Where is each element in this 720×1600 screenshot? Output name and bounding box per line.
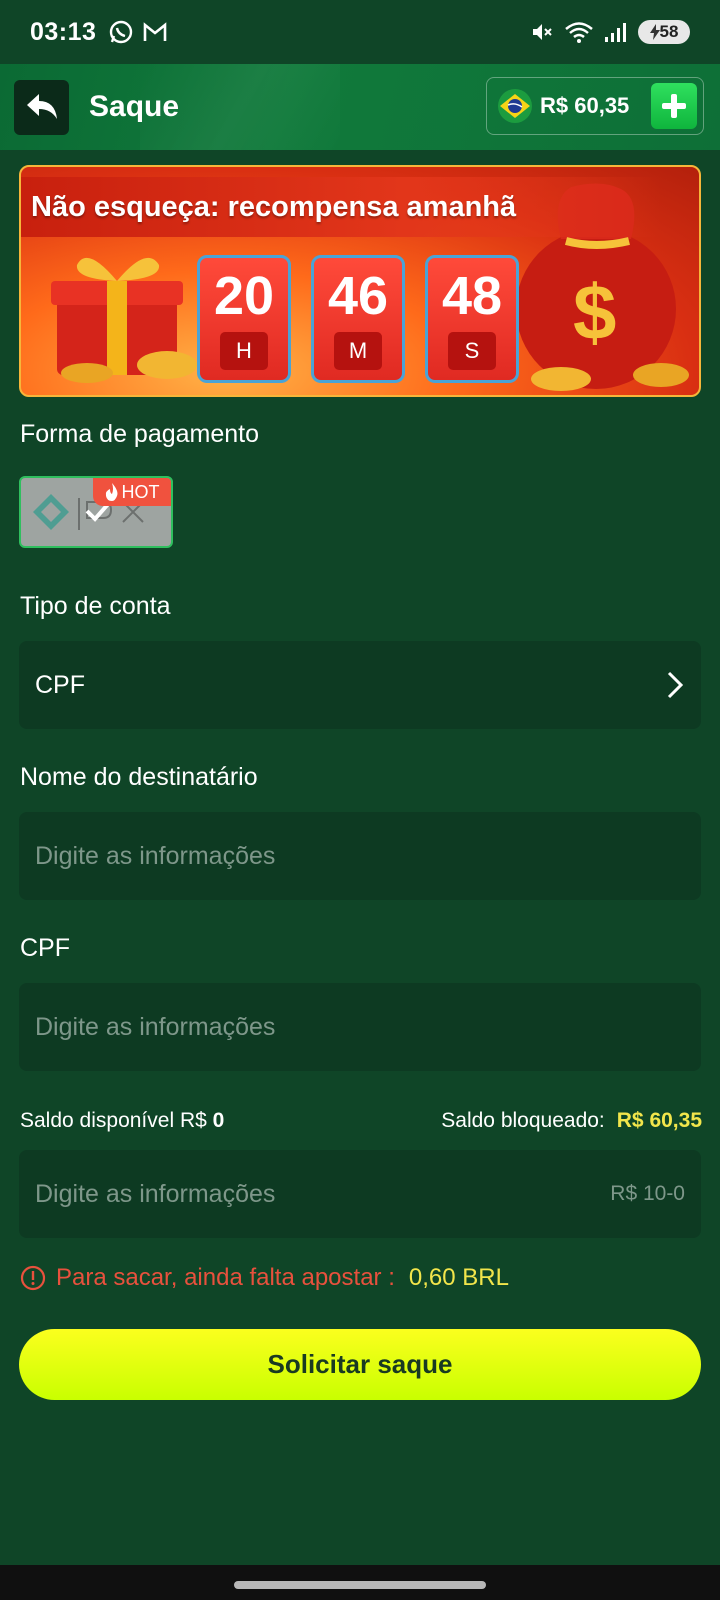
cpf-input[interactable]: Digite as informações — [19, 983, 701, 1071]
account-type-label: Tipo de conta — [20, 592, 171, 620]
available-balance-label: Saldo disponível R$ — [20, 1109, 207, 1132]
wifi-icon — [565, 22, 593, 43]
page-title: Saque — [89, 90, 180, 123]
balance-widget[interactable]: R$ 60,35 — [486, 77, 704, 135]
recipient-name-placeholder: Digite as informações — [35, 841, 276, 870]
status-bar: 03:13 58 — [0, 0, 720, 64]
timer-hours: 20 H — [197, 255, 291, 383]
back-button[interactable] — [14, 79, 69, 135]
timer-minutes-unit: M — [334, 332, 382, 370]
warning-amount: 0,60 BRL — [408, 1264, 509, 1291]
gift-box-icon — [51, 257, 197, 383]
hot-badge: HOT — [93, 478, 171, 506]
reward-banner[interactable]: $ Não esqueça: recompensa amanhã 20 H 46… — [19, 165, 701, 397]
back-arrow-icon — [26, 94, 57, 119]
amount-placeholder: Digite as informações — [35, 1179, 276, 1208]
payment-method-label: Forma de pagamento — [20, 420, 260, 448]
blocked-balance-value: R$ 60,35 — [616, 1109, 702, 1132]
status-time: 03:13 — [30, 17, 97, 46]
gmail-icon — [144, 22, 167, 41]
plus-icon — [662, 94, 686, 118]
battery-level: 58 — [659, 22, 679, 41]
cpf-placeholder: Digite as informações — [35, 1012, 276, 1041]
timer-minutes: 46 M — [311, 255, 405, 383]
charging-icon — [649, 24, 660, 40]
timer-seconds: 48 S — [425, 255, 519, 383]
timer-hours-unit: H — [220, 332, 268, 370]
cpf-label: CPF — [20, 934, 70, 962]
blocked-balance: Saldo bloqueado: R$ 60,35 — [441, 1109, 702, 1133]
amount-input[interactable]: Digite as informações R$ 10-0 — [19, 1150, 701, 1238]
timer-minutes-value: 46 — [327, 266, 389, 326]
timer-seconds-unit: S — [448, 332, 496, 370]
deposit-plus-button[interactable] — [651, 83, 697, 129]
chevron-right-icon — [667, 671, 684, 699]
whatsapp-icon — [110, 20, 133, 44]
hot-badge-label: HOT — [121, 481, 160, 502]
amount-range-hint: R$ 10-0 — [610, 1182, 685, 1205]
balance-amount: R$ 60,35 — [540, 93, 630, 118]
recipient-name-label: Nome do destinatário — [20, 763, 258, 791]
pix-payment-option[interactable]: HOT — [19, 476, 173, 548]
app-header: Saque R$ 60,35 — [0, 64, 720, 150]
timer-hours-value: 20 — [213, 266, 275, 326]
banner-title: Não esqueça: recompensa amanhã — [31, 190, 517, 223]
available-balance: Saldo disponível R$ 0 — [20, 1109, 224, 1133]
bet-requirement-warning: Para sacar, ainda falta apostar : 0,60 B… — [20, 1260, 509, 1296]
signal-icon — [605, 23, 626, 42]
timer-seconds-value: 48 — [441, 266, 503, 326]
battery-indicator: 58 — [638, 20, 690, 44]
home-gesture-handle[interactable] — [234, 1581, 486, 1589]
account-type-value: CPF — [35, 670, 85, 699]
brazil-flag-icon — [498, 89, 532, 123]
warning-circle-icon — [20, 1265, 46, 1291]
balance-info-row: Saldo disponível R$ 0 Saldo bloqueado: R… — [20, 1104, 702, 1138]
mute-icon — [533, 24, 552, 40]
svg-text:$: $ — [573, 268, 616, 356]
warning-text: Para sacar, ainda falta apostar : — [56, 1264, 395, 1291]
flame-icon — [105, 483, 117, 501]
blocked-balance-label: Saldo bloqueado: — [441, 1109, 605, 1132]
account-type-select[interactable]: CPF — [19, 641, 701, 729]
request-withdrawal-button[interactable]: Solicitar saque — [19, 1329, 701, 1400]
recipient-name-input[interactable]: Digite as informações — [19, 812, 701, 900]
available-balance-value: 0 — [212, 1109, 225, 1132]
